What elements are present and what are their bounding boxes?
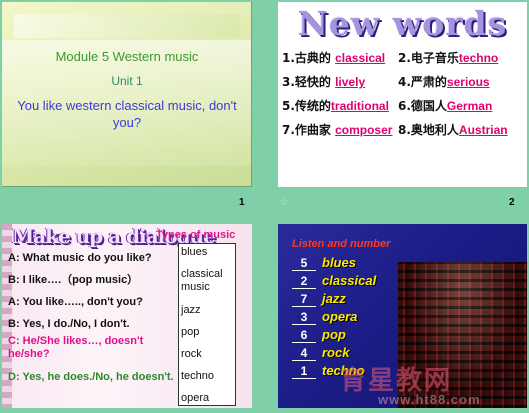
answer-number: 2 — [292, 274, 316, 289]
answer-number: 6 — [292, 328, 316, 343]
dialogue-line: D: Yes, he does./No, he doesn't. — [8, 371, 174, 383]
title-band — [14, 14, 240, 38]
vocab-item: 2.电子音乐techno — [398, 49, 498, 66]
genre-label: rock — [322, 345, 350, 360]
listen-heading: Listen and number — [292, 238, 391, 250]
vocab-item: 1.古典的 classical — [282, 49, 385, 66]
vocab-answer: German — [446, 99, 493, 113]
vocab-item: 6.德国人German — [398, 97, 492, 114]
answer-number: 7 — [292, 292, 316, 307]
vocab-chinese: 7.作曲家 — [282, 123, 336, 137]
vocab-chinese: 1.古典的 — [282, 51, 336, 65]
vocab-answer: traditional — [330, 99, 389, 113]
vocab-answer: techno — [458, 51, 499, 65]
vocab-chinese: 6.德国人 — [398, 99, 447, 113]
slide-4-thumbnail[interactable]: Listen and number 5 blues 2 classical 7 jazz 3… — [278, 224, 527, 408]
star-icon: ☆ — [280, 197, 289, 208]
music-type-item: pop — [181, 326, 200, 338]
watermark-url: www.ht88.com — [378, 392, 481, 407]
dialogue-line: C: He/She likes…, doesn't he/she? — [8, 335, 144, 360]
genre-label: pop — [322, 327, 346, 342]
slide-1-thumbnail[interactable]: Module 5 Western music Unit 1 You like w… — [2, 2, 252, 187]
types-label: Types of music — [156, 229, 236, 241]
vocab-answer: lively — [335, 75, 366, 89]
lesson-title: You like western classical music, don't … — [17, 98, 237, 130]
vocab-item: 8.奥地利人Austrian — [398, 121, 508, 138]
genre-label: blues — [322, 255, 356, 270]
music-type-item: blues — [181, 246, 208, 258]
genre-label: classical — [322, 273, 377, 288]
page-number-2: 2 — [509, 197, 515, 208]
answer-number: 1 — [292, 364, 316, 379]
vocab-item: 4.严肃的serious — [398, 73, 490, 90]
vocab-chinese: 2.电子音乐 — [398, 51, 459, 65]
music-type-item: classical music — [181, 268, 223, 293]
slide-2-thumbnail[interactable]: New words 1.古典的 classical 2.电子音乐techno 3.轻… — [278, 2, 527, 187]
unit-title: Unit 1 — [111, 74, 143, 88]
genre-label: opera — [322, 309, 358, 324]
answer-number: 3 — [292, 310, 316, 325]
dialogue-line: B: Yes, I do./No, I don't. — [8, 318, 130, 330]
vocab-answer: serious — [446, 75, 490, 89]
slide-3-thumbnail[interactable]: Make up a dialogue Types of music blues c… — [2, 224, 252, 408]
music-types-box: blues classical music jazz pop rock techno ope… — [178, 243, 236, 406]
music-type-item: techno — [181, 370, 215, 382]
vocab-chinese: 3.轻快的 — [282, 75, 336, 89]
dialogue-line: A: What music do you like? — [8, 252, 152, 264]
answer-number: 5 — [292, 256, 316, 271]
dialogue-line: A: You like….., don't you? — [8, 296, 143, 308]
new-words-title: New words — [297, 4, 508, 43]
vocab-chinese: 8.奥地利人 — [398, 123, 459, 137]
vocab-answer: classical — [335, 51, 386, 65]
vocab-item: 3.轻快的 lively — [282, 73, 365, 90]
music-type-item: rock — [181, 348, 202, 360]
vocab-item: 7.作曲家 composer — [282, 121, 392, 138]
music-type-item: jazz — [181, 304, 201, 316]
vocab-answer: composer — [335, 123, 393, 137]
vocab-chinese: 5.传统的 — [282, 99, 331, 113]
vocab-chinese: 4.严肃的 — [398, 75, 447, 89]
vocab-answer: Austrian — [458, 123, 508, 137]
dialogue-line: B: I like….（pop music） — [8, 274, 139, 286]
genre-label: jazz — [322, 291, 346, 306]
answer-number: 4 — [292, 346, 316, 361]
vocab-item: 5.传统的traditional — [282, 97, 389, 114]
music-type-item: opera — [181, 392, 210, 404]
module-title: Module 5 Western music — [55, 49, 199, 64]
page-number-1: 1 — [239, 197, 245, 208]
